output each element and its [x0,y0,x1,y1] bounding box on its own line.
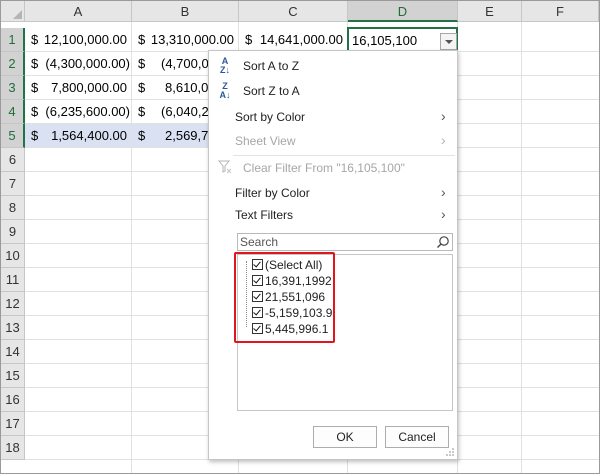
row-header-14[interactable]: 14 [1,340,25,364]
cell-value: 14,641,000.00 [259,32,343,47]
currency-symbol: $ [138,80,146,95]
column-header-f[interactable]: F [522,1,599,22]
cell-value: 8,610,00 [165,80,208,95]
row-header-5[interactable]: 5 [1,124,25,148]
row-header-9[interactable]: 9 [1,220,25,244]
select-all-corner[interactable] [1,1,25,22]
row-header-4[interactable]: 4 [1,100,25,124]
cell-b2[interactable]: $ (4,700,00 [132,52,208,75]
currency-symbol: $ [31,80,39,95]
currency-symbol: $ [138,56,146,71]
row-header-11[interactable]: 11 [1,268,25,292]
row-header-1[interactable]: 1 [1,28,25,52]
cell-value: 16,105,100 [352,33,418,48]
column-header-a[interactable]: A [25,1,132,22]
chevron-right-icon: › [441,132,446,148]
currency-symbol: $ [245,32,253,47]
row-header-8[interactable]: 8 [1,196,25,220]
annotation-highlight-box [234,252,335,343]
row-header-13[interactable]: 13 [1,316,25,340]
chevron-right-icon: › [441,184,446,200]
sort-a-to-z-icon: A Z↓ [220,56,230,75]
currency-symbol: $ [138,32,146,47]
cell-value: 1,564,400.00 [51,128,127,143]
column-header-e[interactable]: E [458,1,522,22]
row-header-3[interactable]: 3 [1,76,25,100]
menu-item-sort-by-color[interactable]: Sort by Color [235,106,305,128]
row-header-10[interactable]: 10 [1,244,25,268]
menu-item-sort-z-to-a[interactable]: Sort Z to A [243,80,300,102]
row-header-18[interactable]: 18 [1,436,25,460]
search-icon [437,236,449,248]
sort-z-to-a-icon: Z A↓ [219,81,231,100]
cancel-button[interactable]: Cancel [385,426,449,448]
menu-separator [233,155,455,156]
menu-item-sheet-view: Sheet View [235,134,296,148]
cell-a4[interactable]: $ (6,235,600.00) [25,100,131,123]
cell-b1[interactable]: $13,310,000.00 [132,28,238,51]
cell-value: 2,569,71 [165,128,208,143]
resize-grip-icon[interactable] [446,448,454,456]
chevron-down-icon [445,40,453,44]
column-header-c[interactable]: C [239,1,348,22]
currency-symbol: $ [31,56,39,71]
menu-item-sort-a-to-z[interactable]: Sort A to Z [243,55,299,77]
cell-b3[interactable]: $8,610,00 [132,76,208,99]
cell-b5[interactable]: $2,569,71 [132,124,208,147]
cell-value: 7,800,000.00 [51,80,127,95]
menu-item-clear-filter: Clear Filter From "16,105,100" [243,161,405,175]
cell-a2[interactable]: $ (4,300,000.00) [25,52,131,75]
menu-item-filter-by-color[interactable]: Filter by Color [235,182,310,204]
currency-symbol: $ [31,104,39,119]
cell-a1[interactable]: $12,100,000.00 [25,28,131,51]
clear-filter-icon [217,160,232,174]
chevron-right-icon: › [441,108,446,124]
cell-a3[interactable]: $7,800,000.00 [25,76,131,99]
filter-dropdown-button[interactable] [440,33,457,50]
row-header-15[interactable]: 15 [1,364,25,388]
currency-symbol: $ [31,32,39,47]
cell-c1[interactable]: $14,641,000.00 [239,28,347,51]
currency-symbol: $ [138,104,146,119]
cell-b4[interactable]: $ (6,040,28 [132,100,208,123]
row-header-17[interactable]: 17 [1,412,25,436]
column-header-b[interactable]: B [132,1,239,22]
cell-value: (4,700,00 [161,56,208,71]
chevron-right-icon: › [441,206,446,222]
cell-value: (6,040,28 [161,104,208,119]
currency-symbol: $ [31,128,39,143]
row-header-6[interactable]: 6 [1,148,25,172]
row-header-16[interactable]: 16 [1,388,25,412]
search-placeholder: Search [240,235,279,249]
row-header-7[interactable]: 7 [1,172,25,196]
row-header-2[interactable]: 2 [1,52,25,76]
cell-value: 13,310,000.00 [150,32,234,47]
row-header-12[interactable]: 12 [1,292,25,316]
cell-value: 12,100,000.00 [43,32,127,47]
column-header-d[interactable]: D [348,1,458,22]
cell-value: (4,300,000.00) [45,56,130,71]
menu-item-text-filters[interactable]: Text Filters [235,204,293,226]
ok-button[interactable]: OK [313,426,377,448]
currency-symbol: $ [138,128,146,143]
cell-a5[interactable]: $1,564,400.00 [25,124,131,147]
cell-d1[interactable]: 16,105,100 [349,29,439,52]
cell-value: (6,235,600.00) [45,104,130,119]
filter-search-input[interactable]: Search [237,233,453,251]
